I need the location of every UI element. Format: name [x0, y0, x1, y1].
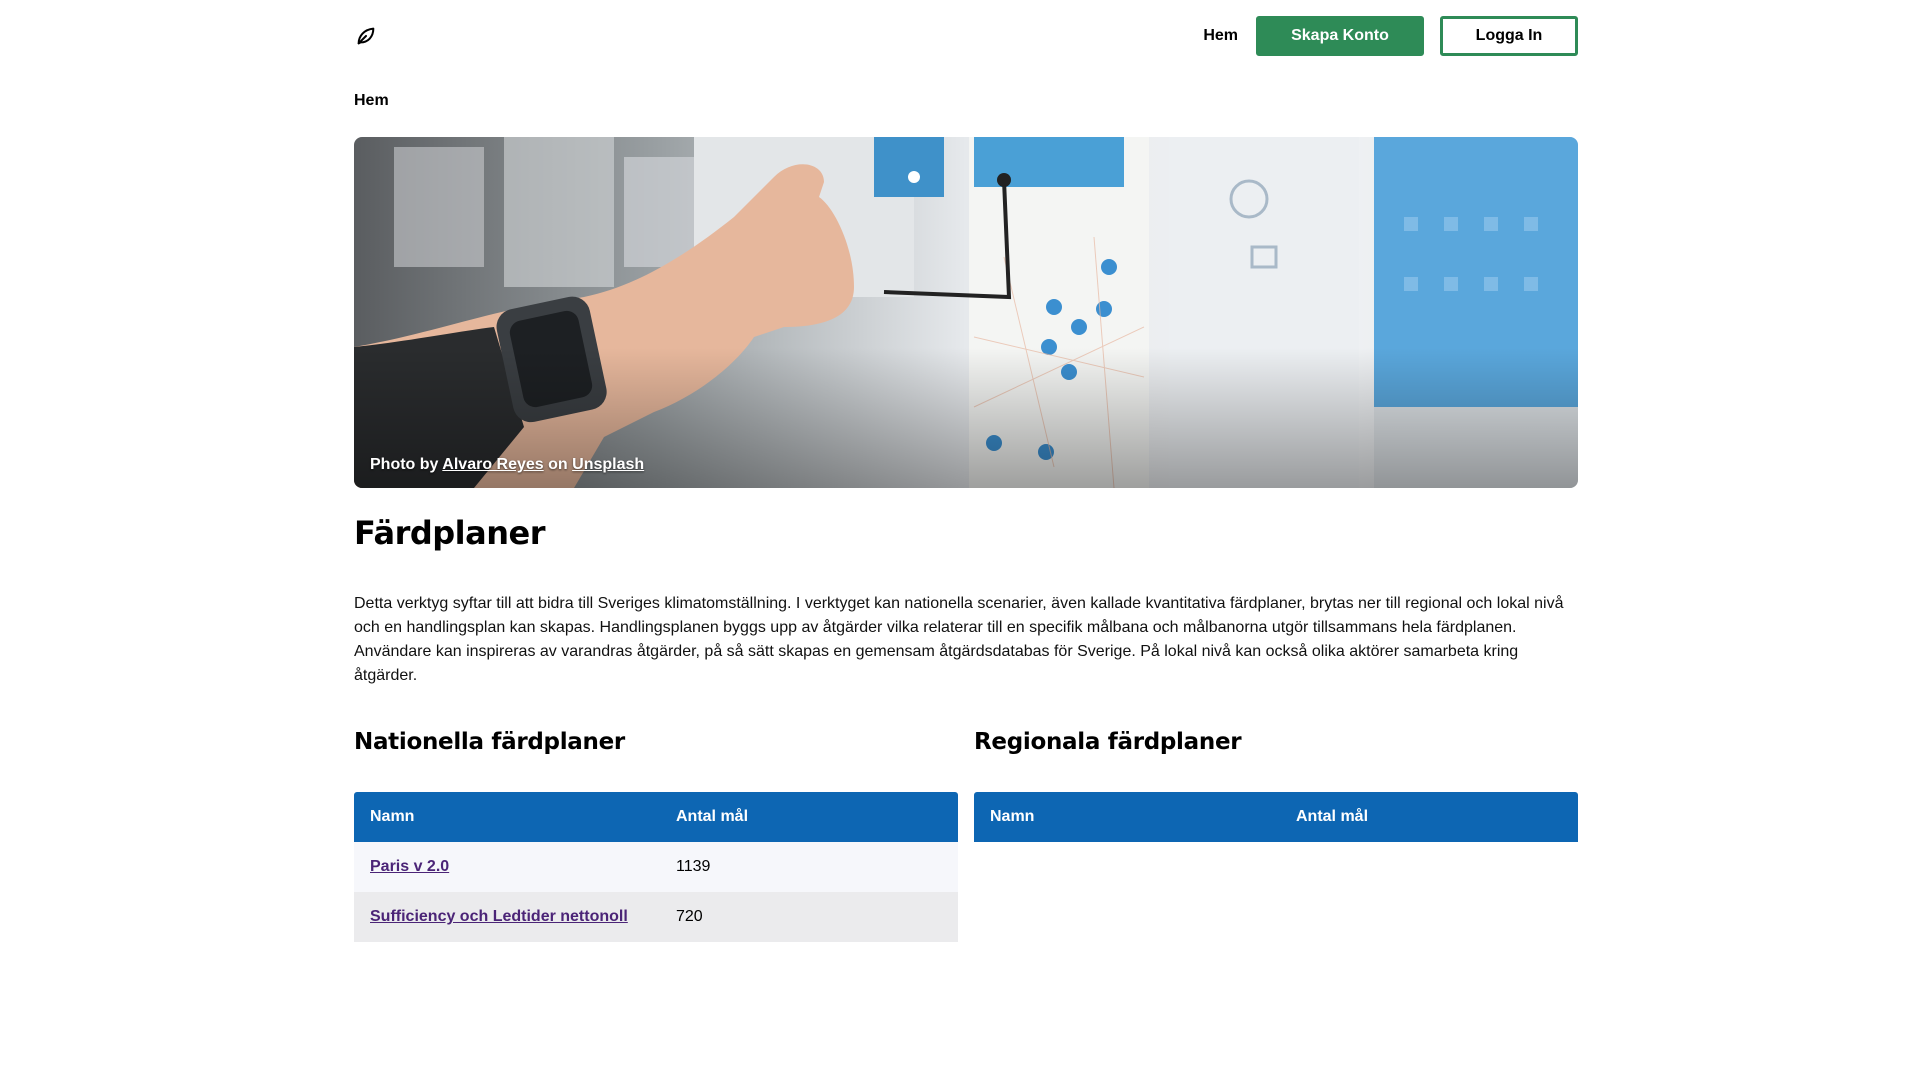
roadmap-name-cell: Paris v 2.0	[354, 842, 660, 892]
breadcrumb: Hem	[354, 92, 389, 110]
breadcrumb-current[interactable]: Hem	[354, 92, 389, 109]
regional-roadmaps-section: Regionala färdplaner Namn Antal mål	[974, 726, 1578, 842]
roadmap-link[interactable]: Sufficiency och Ledtider nettonoll	[370, 908, 628, 925]
column-header-goals[interactable]: Antal mål	[1280, 792, 1578, 842]
column-header-goals[interactable]: Antal mål	[660, 792, 958, 842]
credit-author-link[interactable]: Alvaro Reyes	[442, 456, 543, 473]
hero-image: Photo by Alvaro Reyes on Unsplash	[354, 137, 1578, 488]
credit-source-link[interactable]: Unsplash	[572, 456, 644, 473]
page-title: Färdplaner	[354, 514, 546, 552]
signup-button[interactable]: Skapa Konto	[1256, 16, 1424, 56]
roadmap-link[interactable]: Paris v 2.0	[370, 858, 449, 875]
nav-home-link[interactable]: Hem	[1203, 27, 1238, 45]
national-table: Namn Antal mål Paris v 2.0 1139 Sufficie…	[354, 792, 958, 942]
regional-table: Namn Antal mål	[974, 792, 1578, 842]
leaf-icon[interactable]	[354, 24, 378, 48]
goal-count-cell: 720	[676, 908, 703, 925]
national-heading: Nationella färdplaner	[354, 729, 625, 755]
top-bar: Hem Skapa Konto Logga In	[354, 16, 1578, 56]
credit-on: on	[548, 456, 568, 473]
credit-prefix: Photo by	[370, 456, 439, 473]
photo-credit: Photo by Alvaro Reyes on Unsplash	[370, 456, 644, 474]
regional-heading: Regionala färdplaner	[974, 729, 1242, 755]
goal-count-cell: 1139	[676, 858, 711, 875]
main-nav: Hem Skapa Konto Logga In	[1203, 16, 1578, 56]
hero-photo	[354, 137, 1578, 488]
national-roadmaps-section: Nationella färdplaner Namn Antal mål Par…	[354, 726, 958, 942]
table-row: Sufficiency och Ledtider nettonoll 720	[354, 892, 958, 942]
login-button[interactable]: Logga In	[1440, 16, 1578, 56]
page-description: Detta verktyg syftar till att bidra till…	[354, 595, 1564, 684]
column-header-name[interactable]: Namn	[974, 792, 1280, 842]
column-header-name[interactable]: Namn	[354, 792, 660, 842]
regional-table-header: Namn Antal mål	[974, 792, 1578, 842]
page: Hem Skapa Konto Logga In Hem Photo by Al…	[0, 0, 1920, 1080]
roadmap-name-cell: Sufficiency och Ledtider nettonoll	[354, 892, 660, 942]
national-table-header: Namn Antal mål	[354, 792, 958, 842]
table-row: Paris v 2.0 1139	[354, 842, 958, 892]
